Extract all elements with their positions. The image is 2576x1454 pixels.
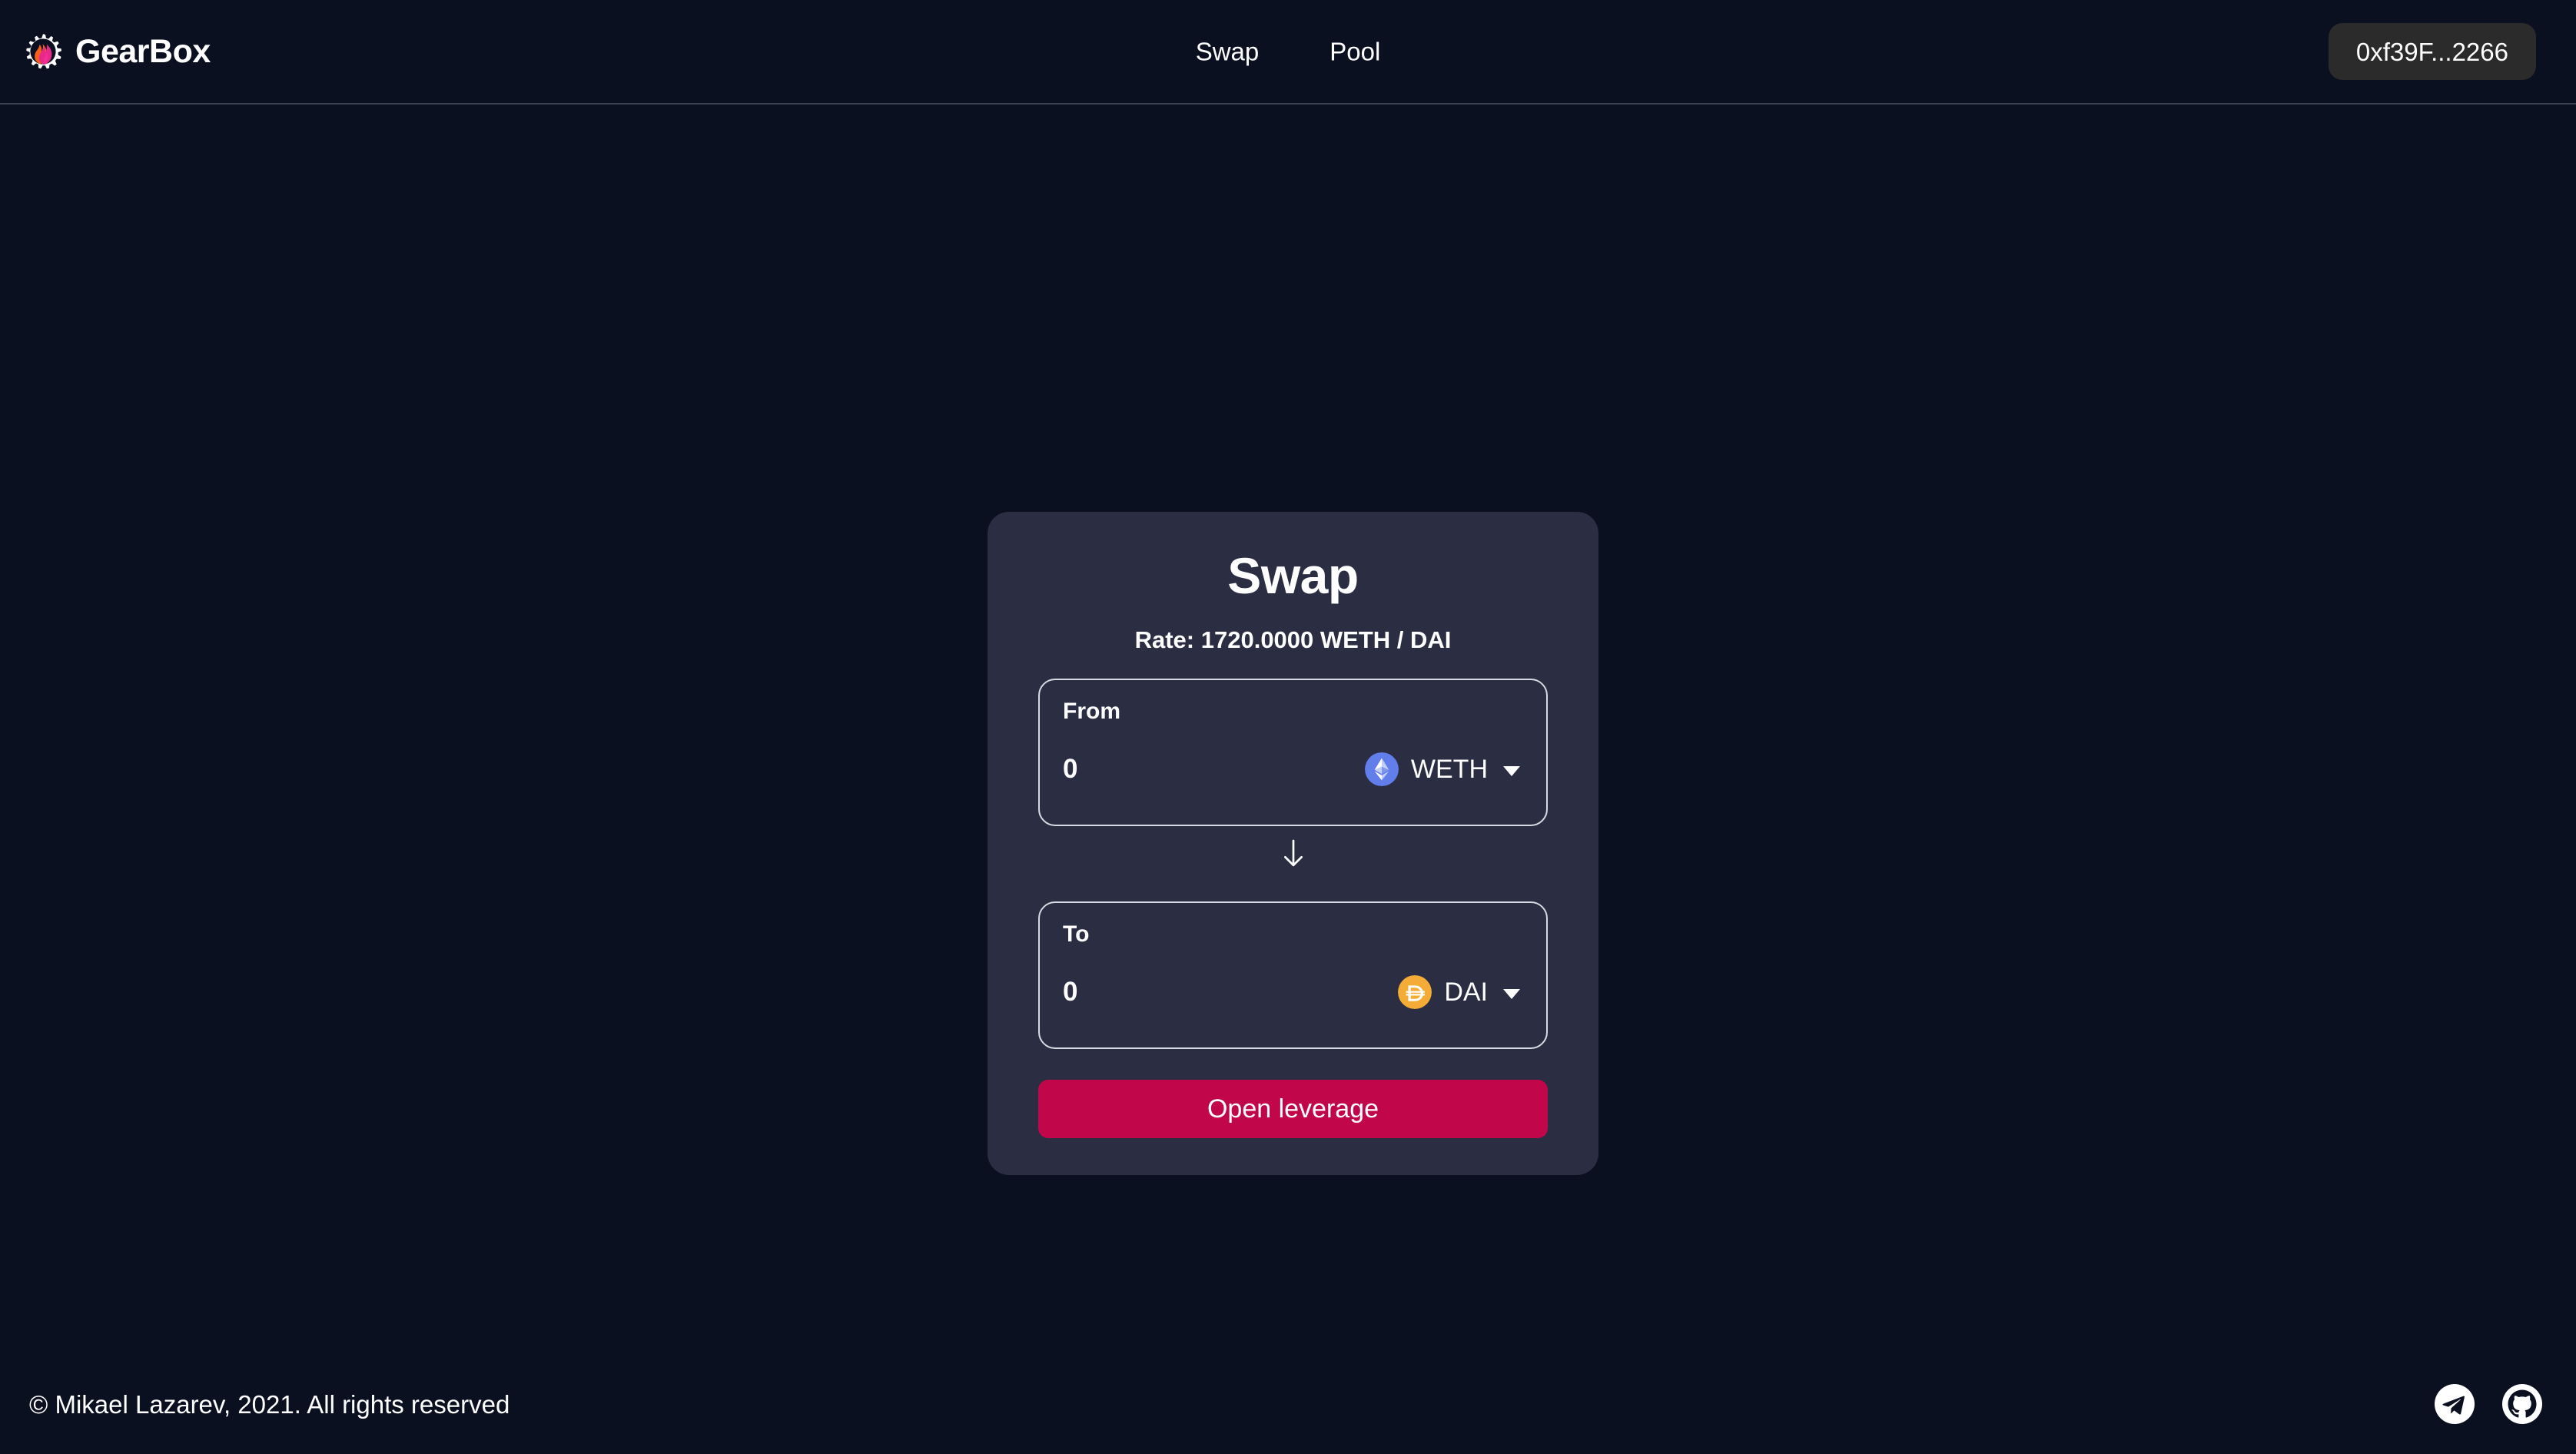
copyright-text: © Mikael Lazarev, 2021. All rights reser… <box>29 1389 510 1419</box>
to-token-selector[interactable]: DAI <box>1398 975 1523 1010</box>
chevron-down-icon <box>1503 765 1520 776</box>
social-links <box>2433 1383 2544 1426</box>
gearbox-flame-gear-logo-icon <box>26 34 61 69</box>
swap-rate-text: Rate: 1720.0000 WETH / DAI <box>1134 626 1452 653</box>
chevron-down-icon <box>1503 988 1520 999</box>
dai-coin-icon <box>1398 975 1432 1010</box>
from-amount-input[interactable] <box>1063 754 1339 785</box>
swap-card-title: Swap <box>1227 547 1359 604</box>
app-root: GearBox Swap Pool 0xf39F...2266 Swap Rat… <box>0 0 2576 1454</box>
page-footer: © Mikael Lazarev, 2021. All rights reser… <box>0 1354 2576 1454</box>
from-label: From <box>1063 699 1120 725</box>
to-token-symbol: DAI <box>1444 978 1488 1008</box>
from-token-symbol: WETH <box>1410 755 1488 785</box>
ethereum-diamond-icon <box>1364 752 1399 787</box>
nav-link-swap[interactable]: Swap <box>1196 39 1260 65</box>
to-amount-input[interactable] <box>1063 977 1339 1008</box>
from-token-box: From WETH <box>1038 679 1548 827</box>
from-token-selector[interactable]: WETH <box>1364 752 1523 787</box>
nav-link-pool[interactable]: Pool <box>1329 39 1380 65</box>
telegram-icon[interactable] <box>2433 1383 2476 1426</box>
swap-direction-wrap <box>1038 831 1548 877</box>
to-token-box: To DAI <box>1038 901 1548 1050</box>
brand-logo-link[interactable]: GearBox <box>22 30 211 73</box>
arrow-down-icon[interactable] <box>1280 838 1306 869</box>
open-leverage-button[interactable]: Open leverage <box>1038 1080 1548 1139</box>
github-icon[interactable] <box>2501 1383 2544 1426</box>
primary-nav: Swap Pool <box>1196 39 1381 65</box>
top-navbar: GearBox Swap Pool 0xf39F...2266 <box>0 0 2576 105</box>
to-row: DAI <box>1063 975 1523 1010</box>
main-content: Swap Rate: 1720.0000 WETH / DAI From 0 W… <box>0 105 2576 1454</box>
swap-card: Swap Rate: 1720.0000 WETH / DAI From 0 W… <box>988 512 1598 1176</box>
from-row: WETH <box>1063 752 1523 787</box>
to-label: To <box>1063 921 1090 948</box>
wallet-address-button[interactable]: 0xf39F...2266 <box>2328 23 2536 80</box>
brand-name: GearBox <box>75 32 211 70</box>
